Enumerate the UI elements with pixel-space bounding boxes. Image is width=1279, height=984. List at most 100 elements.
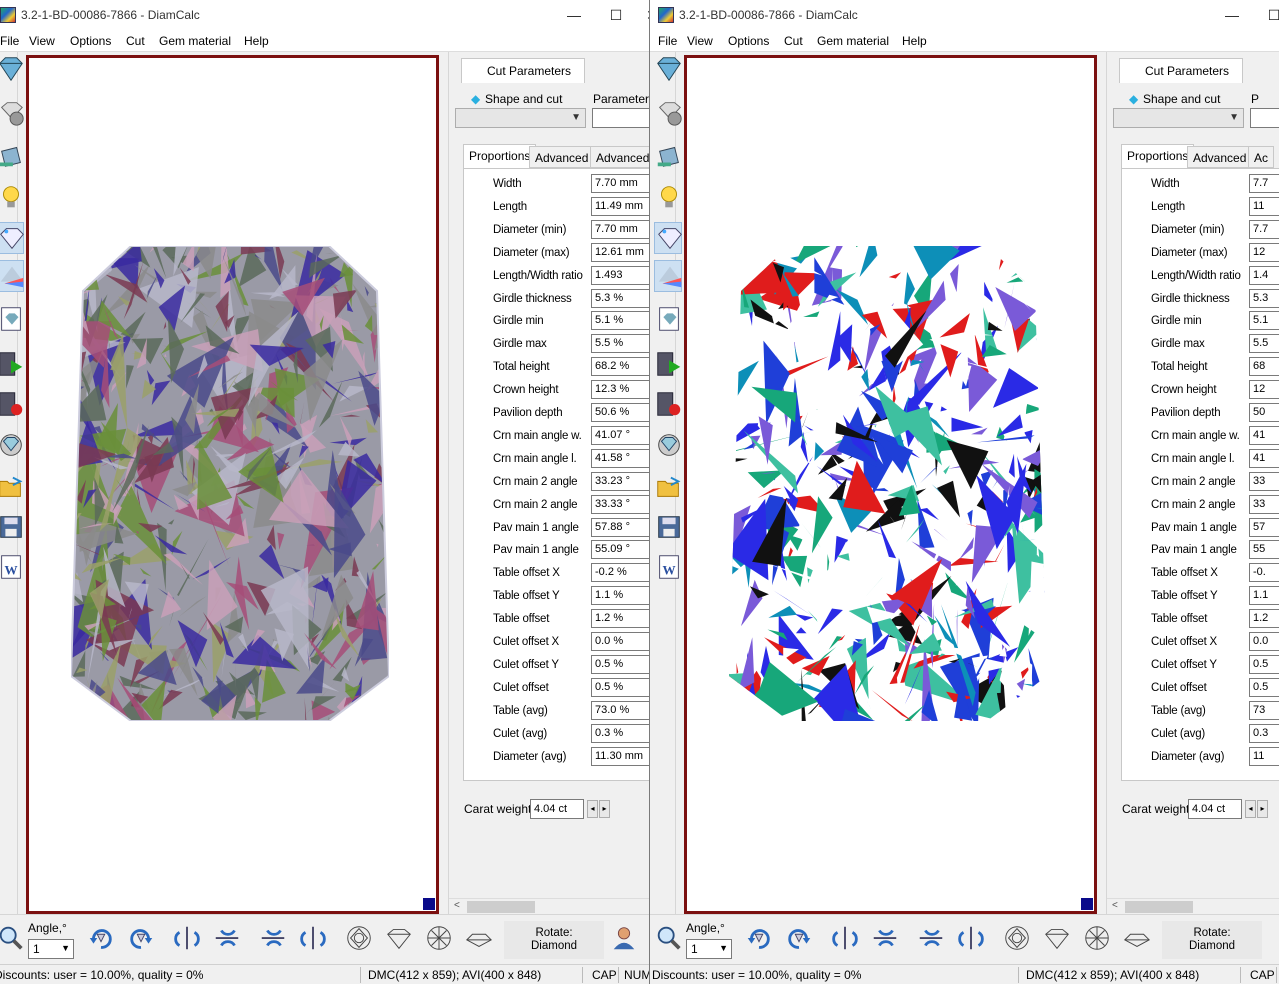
resize-corner[interactable]	[1081, 898, 1093, 910]
angle-select[interactable]: 1 ▼	[28, 939, 74, 959]
save-icon[interactable]	[654, 512, 682, 544]
film-play-icon[interactable]	[654, 349, 682, 381]
property-value-field[interactable]: 7.7	[1249, 220, 1279, 239]
tab-advanced[interactable]: Advanced	[590, 146, 649, 168]
round-bottom-icon[interactable]	[1082, 923, 1112, 953]
gem-wheel-icon[interactable]	[654, 430, 682, 462]
property-value-field[interactable]: 68	[1249, 357, 1279, 376]
rotate-ccw-icon[interactable]	[126, 923, 156, 953]
scrollbar-thumb[interactable]	[467, 901, 535, 913]
minimize-icon[interactable]: —	[1220, 4, 1244, 26]
resize-corner[interactable]	[423, 898, 435, 910]
property-value-field[interactable]: 50	[1249, 403, 1279, 422]
property-value-field[interactable]: 57	[1249, 518, 1279, 537]
property-value-field[interactable]: 41.07 °	[591, 426, 649, 445]
minimize-icon[interactable]: —	[562, 4, 586, 26]
carat-increase-button[interactable]: ▸	[599, 800, 610, 818]
property-value-field[interactable]: 68.2 %	[591, 357, 649, 376]
property-value-field[interactable]: 12	[1249, 380, 1279, 399]
report-icon[interactable]	[0, 304, 24, 336]
scrollbar-thumb[interactable]	[1125, 901, 1193, 913]
property-value-field[interactable]: 0.5 %	[591, 655, 649, 674]
property-value-field[interactable]: 41	[1249, 426, 1279, 445]
property-value-field[interactable]: 11	[1249, 197, 1279, 216]
property-value-field[interactable]: 5.3 %	[591, 289, 649, 308]
property-value-field[interactable]: 11	[1249, 747, 1279, 766]
bulb-icon[interactable]	[0, 182, 24, 214]
menu-options[interactable]: Options	[728, 34, 769, 48]
menu-gem-material[interactable]: Gem material	[817, 34, 889, 48]
horizontal-scrollbar[interactable]: <	[449, 898, 649, 914]
property-value-field[interactable]: 1.2	[1249, 609, 1279, 628]
bucket-icon[interactable]	[0, 140, 24, 172]
property-value-field[interactable]: 55	[1249, 540, 1279, 559]
tab-cut-parameters[interactable]: Cut Parameters	[1119, 58, 1243, 83]
property-value-field[interactable]: 0.0	[1249, 632, 1279, 651]
property-value-field[interactable]: 50.6 %	[591, 403, 649, 422]
round-side-icon[interactable]	[384, 923, 414, 953]
tab-ac[interactable]: Ac	[1248, 146, 1275, 168]
property-value-field[interactable]: 0.5	[1249, 678, 1279, 697]
carat-increase-button[interactable]: ▸	[1257, 800, 1268, 818]
gem-ball-icon[interactable]	[654, 98, 682, 130]
word-doc-icon[interactable]: W	[654, 552, 682, 584]
flip-h-icon[interactable]	[916, 923, 946, 953]
angle-select[interactable]: 1 ▼	[686, 939, 732, 959]
property-value-field[interactable]: 5.1	[1249, 311, 1279, 330]
film-record-icon[interactable]	[654, 389, 682, 421]
carat-decrease-button[interactable]: ◂	[1245, 800, 1256, 818]
gem-wheel-icon[interactable]	[0, 430, 24, 462]
gem-ball-icon[interactable]	[0, 98, 24, 130]
flip-v-icon[interactable]	[298, 923, 328, 953]
tab-cut-parameters[interactable]: Cut Parameters	[461, 58, 585, 83]
property-value-field[interactable]: 0.0 %	[591, 632, 649, 651]
word-doc-icon[interactable]: W	[0, 552, 24, 584]
tab-proportions[interactable]: Proportions	[1121, 144, 1195, 168]
property-value-field[interactable]: 55.09 °	[591, 540, 649, 559]
property-value-field[interactable]: 41.58 °	[591, 449, 649, 468]
property-value-field[interactable]: 33.33 °	[591, 495, 649, 514]
property-value-field[interactable]: 7.7	[1249, 174, 1279, 193]
flip-v-icon[interactable]	[172, 923, 202, 953]
flip-h-icon[interactable]	[870, 923, 900, 953]
bucket-icon[interactable]	[654, 140, 682, 172]
scroll-left-icon[interactable]: <	[1112, 900, 1118, 911]
report-icon[interactable]	[654, 304, 682, 336]
menu-view[interactable]: View	[29, 34, 55, 48]
menu-view[interactable]: View	[687, 34, 713, 48]
rotate-cw-icon[interactable]	[86, 923, 116, 953]
diamond-sparkle-icon[interactable]	[654, 222, 682, 254]
property-value-field[interactable]: 0.3	[1249, 724, 1279, 743]
horizontal-scrollbar[interactable]: <	[1107, 898, 1279, 914]
carat-weight-field[interactable]: 4.04 ct	[1188, 799, 1242, 819]
property-value-field[interactable]: 33.23 °	[591, 472, 649, 491]
flip-h-icon[interactable]	[258, 923, 288, 953]
carat-weight-field[interactable]: 4.04 ct	[530, 799, 584, 819]
property-value-field[interactable]: 11.49 mm	[591, 197, 649, 216]
folder-open-icon[interactable]	[0, 472, 24, 504]
spectrum-icon[interactable]	[654, 260, 682, 292]
property-value-field[interactable]: 5.1 %	[591, 311, 649, 330]
diamond-icon[interactable]	[654, 54, 682, 86]
folder-open-icon[interactable]	[654, 472, 682, 504]
property-value-field[interactable]: 12.3 %	[591, 380, 649, 399]
film-play-icon[interactable]	[0, 349, 24, 381]
property-value-field[interactable]: -0.	[1249, 563, 1279, 582]
property-value-field[interactable]: 33	[1249, 472, 1279, 491]
film-record-icon[interactable]	[0, 389, 24, 421]
property-value-field[interactable]: 1.1 %	[591, 586, 649, 605]
property-value-field[interactable]: 33	[1249, 495, 1279, 514]
save-icon[interactable]	[0, 512, 24, 544]
round-top-icon[interactable]	[1002, 923, 1032, 953]
maximize-icon[interactable]: ☐	[1262, 4, 1279, 26]
user-rotate-icon[interactable]	[609, 923, 639, 953]
bulb-icon[interactable]	[654, 182, 682, 214]
property-value-field[interactable]: 7.70 mm	[591, 220, 649, 239]
shape-and-cut-select[interactable]: ▼	[455, 108, 586, 128]
property-value-field[interactable]: 57.88 °	[591, 518, 649, 537]
flip-v-icon[interactable]	[830, 923, 860, 953]
round-tilt-icon[interactable]	[464, 923, 494, 953]
menu-cut[interactable]: Cut	[126, 34, 145, 48]
property-value-field[interactable]: 1.493	[591, 266, 649, 285]
property-value-field[interactable]: 0.3 %	[591, 724, 649, 743]
